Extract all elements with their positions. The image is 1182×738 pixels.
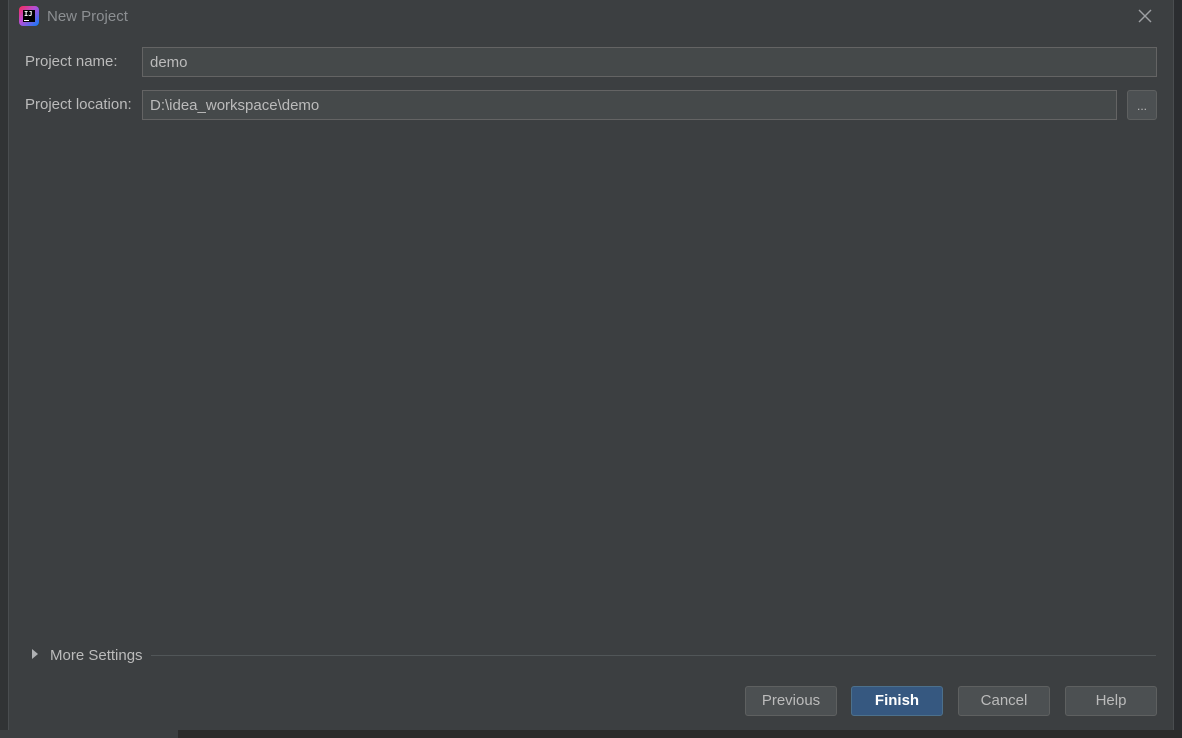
close-icon[interactable] — [1135, 6, 1155, 26]
background-bottom-edge — [0, 730, 1182, 738]
new-project-dialog: IJ New Project Project name: Project loc… — [8, 0, 1174, 730]
divider — [151, 655, 1156, 656]
more-settings-label: More Settings — [50, 647, 143, 664]
finish-button[interactable]: Finish — [851, 686, 943, 716]
help-button[interactable]: Help — [1065, 686, 1157, 716]
project-name-label: Project name: — [25, 53, 118, 70]
background-left-edge — [0, 0, 8, 738]
cancel-button[interactable]: Cancel — [958, 686, 1050, 716]
project-location-input[interactable] — [142, 90, 1117, 120]
chevron-right-icon — [32, 649, 38, 659]
project-name-input[interactable] — [142, 47, 1157, 77]
intellij-idea-icon: IJ — [19, 6, 39, 26]
title-bar[interactable]: IJ New Project — [9, 0, 1173, 32]
dialog-title: New Project — [47, 8, 128, 25]
browse-button[interactable]: ... — [1127, 90, 1157, 120]
project-location-label: Project location: — [25, 96, 132, 113]
previous-button[interactable]: Previous — [745, 686, 837, 716]
